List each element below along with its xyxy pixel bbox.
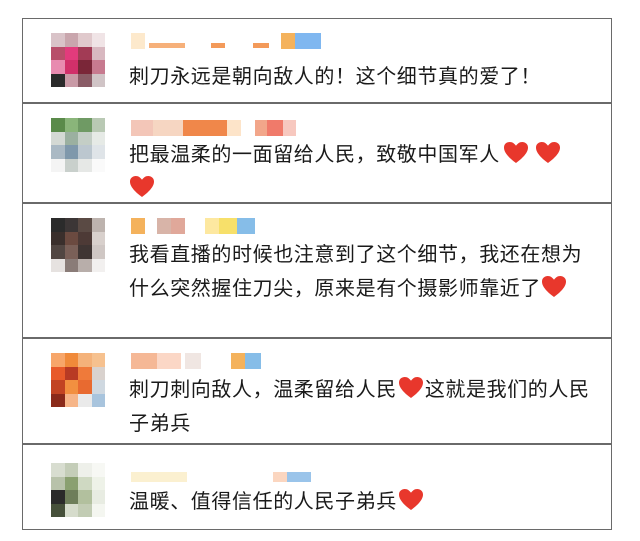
avatar[interactable] bbox=[51, 463, 105, 517]
comment-text-content: 把最温柔的一面留给人民，致敬中国军人 bbox=[129, 142, 500, 166]
heart-emoji-icon bbox=[398, 489, 423, 510]
comment-text: 刺刀永远是朝向敌人的！这个细节真的爱了！ bbox=[129, 59, 599, 93]
comment-text-content: 刺刀永远是朝向敌人的！这个细节真的爱了！ bbox=[129, 64, 541, 88]
comment-card-1: 刺刀永远是朝向敌人的！这个细节真的爱了！ bbox=[22, 18, 612, 103]
avatar[interactable] bbox=[51, 118, 105, 172]
heart-emoji-icon bbox=[535, 142, 560, 163]
avatar[interactable] bbox=[51, 353, 105, 407]
comment-card-3: 我看直播的时候也注意到了这个细节，我还在想为什么突然握住刀尖，原来是有个摄影师靠… bbox=[22, 203, 612, 338]
username-blurred[interactable] bbox=[131, 218, 271, 234]
comment-text-content: 我看直播的时候也注意到了这个细节，我还在想为什么突然握住刀尖，原来是有个摄影师靠… bbox=[129, 242, 583, 300]
avatar[interactable] bbox=[51, 218, 105, 272]
comment-text: 把最温柔的一面留给人民，致敬中国军人 bbox=[129, 137, 599, 205]
username-blurred[interactable] bbox=[131, 33, 321, 49]
comment-card-2: 把最温柔的一面留给人民，致敬中国军人 bbox=[22, 103, 612, 203]
heart-emoji-icon bbox=[503, 142, 528, 163]
heart-emoji-icon bbox=[542, 276, 566, 297]
comment-text: 温暖、值得信任的人民子弟兵 bbox=[129, 484, 599, 518]
heart-emoji-icon bbox=[398, 377, 423, 398]
username-blurred[interactable] bbox=[131, 353, 261, 369]
username-blurred[interactable] bbox=[131, 120, 296, 136]
comment-text: 刺刀刺向敌人，温柔留给人民 这就是我们的人民子弟兵 bbox=[129, 372, 599, 440]
username-blurred[interactable] bbox=[131, 472, 311, 482]
heart-emoji-icon bbox=[130, 176, 154, 197]
comment-card-4: 刺刀刺向敌人，温柔留给人民 这就是我们的人民子弟兵 bbox=[22, 338, 612, 444]
avatar[interactable] bbox=[51, 33, 105, 87]
comment-text-content: 刺刀刺向敌人，温柔留给人民 bbox=[129, 377, 397, 401]
comment-card-5: 温暖、值得信任的人民子弟兵 bbox=[22, 444, 612, 530]
comment-text-content: 温暖、值得信任的人民子弟兵 bbox=[129, 489, 397, 513]
comment-text: 我看直播的时候也注意到了这个细节，我还在想为什么突然握住刀尖，原来是有个摄影师靠… bbox=[129, 237, 599, 305]
